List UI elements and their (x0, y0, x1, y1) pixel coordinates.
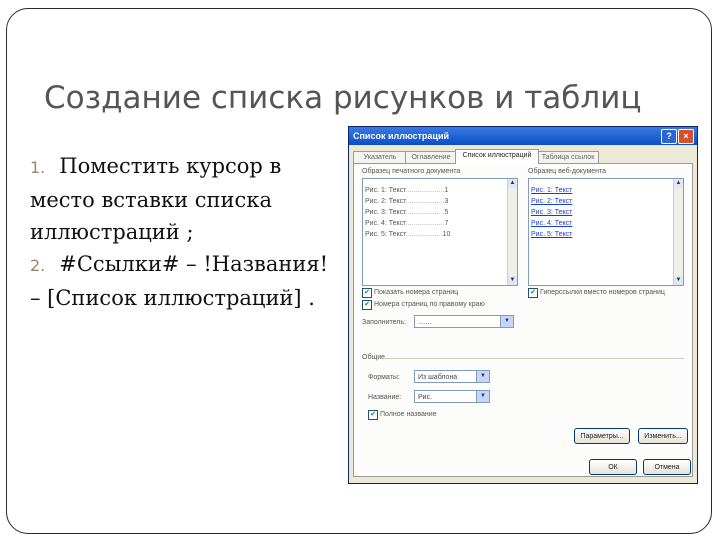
scroll-up-icon[interactable]: ▲ (674, 179, 683, 188)
step-2: 2. #Ссылки# – !Названия! – [Список иллюст… (30, 248, 330, 314)
step-2-text: #Ссылки# – !Названия! – [Список иллюстра… (30, 252, 329, 310)
tab-panel: Образец печатного документа Образец веб-… (353, 163, 693, 477)
tab-leader-value: ....... (418, 319, 432, 326)
print-preview-label: Образец печатного документа (362, 168, 461, 175)
web-preview-link[interactable]: Рис. 3: Текст (529, 207, 683, 218)
tab-leader-select[interactable]: ....... ▼ (414, 315, 514, 328)
print-preview-row: Рис. 1: Текст....................1 (365, 187, 449, 194)
general-group-label: Общие (362, 354, 386, 361)
help-icon[interactable]: ? (661, 129, 677, 144)
chevron-down-icon[interactable]: ▼ (476, 371, 489, 382)
web-preview-list: Рис. 1: Текст Рис. 2: Текст Рис. 3: Текс… (529, 179, 683, 240)
print-preview-row: Рис. 4: Текст....................7 (365, 220, 449, 227)
right-align-checkbox[interactable]: ✔ (362, 300, 372, 310)
web-preview-label: Образец веб-документа (528, 168, 607, 175)
tab-figures-list[interactable]: Список иллюстраций (455, 149, 539, 164)
formats-select[interactable]: Из шаблона ▼ (414, 370, 490, 383)
caption-label: Название: (368, 394, 402, 401)
options-button[interactable]: Параметры... (574, 428, 630, 444)
print-preview-row: Рис. 3: Текст....................5 (365, 209, 449, 216)
general-group-divider (384, 358, 684, 359)
dialog-titlebar[interactable]: Список иллюстраций ? × (349, 127, 697, 145)
web-preview-scrollbar[interactable]: ▲ ▼ (673, 179, 683, 285)
web-preview-link[interactable]: Рис. 2: Текст (529, 196, 683, 207)
scroll-down-icon[interactable]: ▼ (508, 276, 517, 285)
web-preview-link[interactable]: Рис. 1: Текст (529, 185, 683, 196)
print-preview-box: Рис. 1: Текст....................1 Рис. … (362, 178, 518, 286)
show-page-numbers-checkbox[interactable]: ✔ (362, 288, 372, 298)
web-preview-link[interactable]: Рис. 5: Текст (529, 229, 683, 240)
caption-value: Рис. (418, 394, 433, 401)
slide-title: Создание списка рисунков и таблиц (44, 80, 642, 116)
show-page-numbers-label: Показать номера страниц (374, 289, 459, 296)
figures-list-dialog: Список иллюстраций ? × Указатель Оглавле… (348, 126, 698, 484)
scroll-up-icon[interactable]: ▲ (508, 179, 517, 188)
scroll-down-icon[interactable]: ▼ (674, 276, 683, 285)
cancel-button[interactable]: Отмена (643, 459, 691, 475)
print-preview-list: Рис. 1: Текст....................1 Рис. … (363, 179, 517, 240)
close-icon[interactable]: × (678, 129, 694, 144)
formats-label: Форматы: (368, 374, 400, 381)
chevron-down-icon[interactable]: ▼ (500, 316, 513, 327)
print-preview-row: Рис. 2: Текст....................3 (365, 198, 449, 205)
tab-leader-label: Заполнитель: (362, 319, 406, 326)
step-1: 1. Поместить курсор в место вставки списк… (30, 150, 330, 248)
dialog-title: Список иллюстраций (353, 131, 450, 141)
chevron-down-icon[interactable]: ▼ (476, 391, 489, 402)
caption-select[interactable]: Рис. ▼ (414, 390, 490, 403)
formats-value: Из шаблона (418, 374, 458, 381)
print-preview-scrollbar[interactable]: ▲ ▼ (507, 179, 517, 285)
hyperlinks-checkbox[interactable]: ✔ (528, 288, 538, 298)
step-2-number: 2. (30, 256, 46, 275)
web-preview-link[interactable]: Рис. 4: Текст (529, 218, 683, 229)
right-align-label: Номера страниц по правому краю (374, 301, 485, 308)
slide-body: 1. Поместить курсор в место вставки списк… (30, 150, 330, 314)
full-caption-checkbox[interactable]: ✔ (368, 410, 378, 420)
full-caption-label: Полное название (380, 411, 437, 418)
hyperlinks-label: Гиперссылки вместо номеров страниц (540, 289, 665, 296)
step-1-text: Поместить курсор в место вставки списка … (30, 154, 282, 244)
modify-button[interactable]: Изменить... (638, 428, 688, 444)
print-preview-row: Рис. 5: Текст...................10 (365, 231, 451, 238)
step-1-number: 1. (30, 158, 46, 177)
ok-button[interactable]: ОК (589, 459, 637, 475)
web-preview-box: Рис. 1: Текст Рис. 2: Текст Рис. 3: Текс… (528, 178, 684, 286)
